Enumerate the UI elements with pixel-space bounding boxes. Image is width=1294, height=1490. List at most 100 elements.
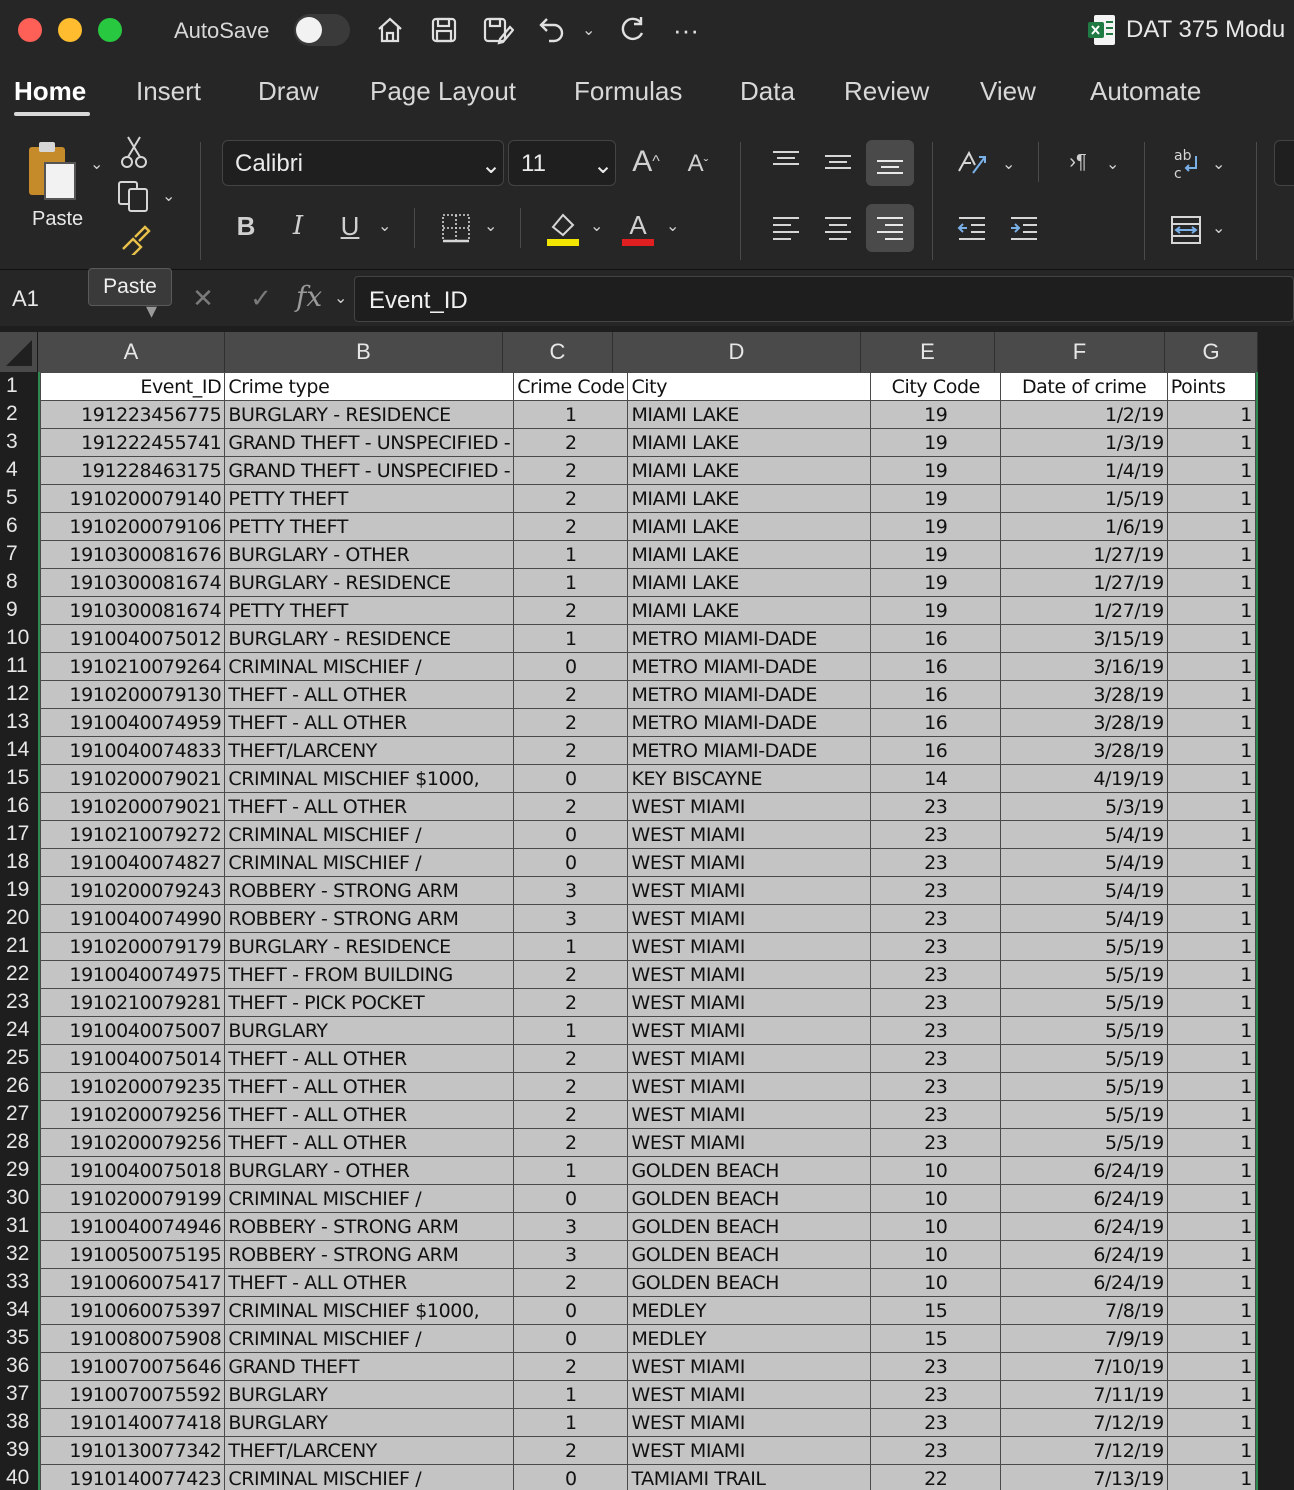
cell-d1[interactable]: City [627, 372, 872, 401]
cell-c8[interactable]: 1 [513, 568, 629, 597]
cell-c19[interactable]: 3 [513, 876, 629, 905]
row-header[interactable]: 38 [0, 1408, 38, 1436]
cell-g38[interactable]: 1 [1166, 1408, 1257, 1437]
cell-d32[interactable]: GOLDEN BEACH [627, 1240, 872, 1269]
cell-b34[interactable]: CRIMINAL MISCHIEF $1000, [224, 1296, 515, 1325]
cell-b11[interactable]: CRIMINAL MISCHIEF / [224, 652, 515, 681]
undo-icon[interactable] [534, 12, 570, 48]
cell-a8[interactable]: 1910300081674 [39, 568, 226, 597]
cell-e7[interactable]: 19 [870, 540, 1002, 569]
row-header[interactable]: 4 [0, 456, 38, 484]
fill-color-icon[interactable] [544, 208, 580, 248]
cell-d3[interactable]: MIAMI LAKE [627, 428, 872, 457]
cell-f40[interactable]: 7/13/19 [1000, 1464, 1168, 1490]
cell-e5[interactable]: 19 [870, 484, 1002, 513]
row-header[interactable]: 14 [0, 736, 38, 764]
cell-g17[interactable]: 1 [1166, 820, 1257, 849]
cell-f32[interactable]: 6/24/19 [1000, 1240, 1168, 1269]
cell-a16[interactable]: 1910200079021 [39, 792, 226, 821]
cell-a9[interactable]: 1910300081674 [39, 596, 226, 625]
cell-d21[interactable]: WEST MIAMI [627, 932, 872, 961]
cell-e29[interactable]: 10 [870, 1156, 1002, 1185]
row-header[interactable]: 21 [0, 932, 38, 960]
cell-e11[interactable]: 16 [870, 652, 1002, 681]
font-size-select[interactable]: 11 ⌄ [508, 140, 616, 186]
cell-e17[interactable]: 23 [870, 820, 1002, 849]
cell-f20[interactable]: 5/4/19 [1000, 904, 1168, 933]
cell-c15[interactable]: 0 [513, 764, 629, 793]
cell-b6[interactable]: PETTY THEFT [224, 512, 515, 541]
cell-c12[interactable]: 2 [513, 680, 629, 709]
cell-g1[interactable]: Points [1166, 372, 1257, 401]
function-dropdown-icon[interactable]: ⌄ [334, 288, 347, 308]
row-header[interactable]: 40 [0, 1464, 38, 1490]
cell-b33[interactable]: THEFT - ALL OTHER [224, 1268, 515, 1297]
cell-c34[interactable]: 0 [513, 1296, 629, 1325]
cell-e21[interactable]: 23 [870, 932, 1002, 961]
cell-b9[interactable]: PETTY THEFT [224, 596, 515, 625]
row-header[interactable]: 15 [0, 764, 38, 792]
cell-e16[interactable]: 23 [870, 792, 1002, 821]
cell-g22[interactable]: 1 [1166, 960, 1257, 989]
align-middle-icon[interactable] [818, 142, 858, 182]
cell-e25[interactable]: 23 [870, 1044, 1002, 1073]
cell-e1[interactable]: City Code [870, 372, 1002, 401]
row-header[interactable]: 8 [0, 568, 38, 596]
cell-d38[interactable]: WEST MIAMI [627, 1408, 872, 1437]
zoom-window-button[interactable] [98, 18, 122, 42]
cell-g40[interactable]: 1 [1166, 1464, 1257, 1490]
cell-a40[interactable]: 1910140077423 [39, 1464, 226, 1490]
font-color-dropdown-icon[interactable]: ⌄ [666, 216, 679, 236]
cell-c29[interactable]: 1 [513, 1156, 629, 1185]
align-top-icon[interactable] [766, 142, 806, 182]
copy-icon[interactable] [116, 180, 152, 212]
cell-d2[interactable]: MIAMI LAKE [627, 400, 872, 429]
cell-b36[interactable]: GRAND THEFT [224, 1352, 515, 1381]
cell-c20[interactable]: 3 [513, 904, 629, 933]
cell-g25[interactable]: 1 [1166, 1044, 1257, 1073]
cell-a19[interactable]: 1910200079243 [39, 876, 226, 905]
cell-c31[interactable]: 3 [513, 1212, 629, 1241]
cell-f12[interactable]: 3/28/19 [1000, 680, 1168, 709]
cell-g37[interactable]: 1 [1166, 1380, 1257, 1409]
cell-f8[interactable]: 1/27/19 [1000, 568, 1168, 597]
cell-b4[interactable]: GRAND THEFT - UNSPECIFIED - [224, 456, 515, 485]
cell-a2[interactable]: 191223456775 [39, 400, 226, 429]
cell-a22[interactable]: 1910040074975 [39, 960, 226, 989]
orientation-dropdown-icon[interactable]: ⌄ [1002, 154, 1015, 174]
cell-e3[interactable]: 19 [870, 428, 1002, 457]
cell-f23[interactable]: 5/5/19 [1000, 988, 1168, 1017]
cell-d23[interactable]: WEST MIAMI [627, 988, 872, 1017]
cell-c11[interactable]: 0 [513, 652, 629, 681]
align-bottom-icon[interactable] [866, 140, 914, 186]
cell-c37[interactable]: 1 [513, 1380, 629, 1409]
cell-a5[interactable]: 1910200079140 [39, 484, 226, 513]
cell-g9[interactable]: 1 [1166, 596, 1257, 625]
cell-c27[interactable]: 2 [513, 1100, 629, 1129]
cell-a6[interactable]: 1910200079106 [39, 512, 226, 541]
cell-c33[interactable]: 2 [513, 1268, 629, 1297]
cell-b35[interactable]: CRIMINAL MISCHIEF / [224, 1324, 515, 1353]
cell-b13[interactable]: THEFT - ALL OTHER [224, 708, 515, 737]
align-center-icon[interactable] [818, 208, 858, 248]
cell-b8[interactable]: BURGLARY - RESIDENCE [224, 568, 515, 597]
cell-f3[interactable]: 1/3/19 [1000, 428, 1168, 457]
column-header-f[interactable]: F [995, 332, 1165, 372]
cell-f25[interactable]: 5/5/19 [1000, 1044, 1168, 1073]
cell-c9[interactable]: 2 [513, 596, 629, 625]
cell-g10[interactable]: 1 [1166, 624, 1257, 653]
cell-e12[interactable]: 16 [870, 680, 1002, 709]
cell-b31[interactable]: ROBBERY - STRONG ARM [224, 1212, 515, 1241]
cell-g36[interactable]: 1 [1166, 1352, 1257, 1381]
cell-g32[interactable]: 1 [1166, 1240, 1257, 1269]
cell-d31[interactable]: GOLDEN BEACH [627, 1212, 872, 1241]
cell-g19[interactable]: 1 [1166, 876, 1257, 905]
row-header[interactable]: 39 [0, 1436, 38, 1464]
cell-a20[interactable]: 1910040074990 [39, 904, 226, 933]
cell-f34[interactable]: 7/8/19 [1000, 1296, 1168, 1325]
tab-data[interactable]: Data [740, 76, 795, 107]
align-right-icon[interactable] [866, 204, 914, 252]
row-header[interactable]: 17 [0, 820, 38, 848]
enter-formula-icon[interactable]: ✓ [246, 282, 276, 314]
cell-d24[interactable]: WEST MIAMI [627, 1016, 872, 1045]
